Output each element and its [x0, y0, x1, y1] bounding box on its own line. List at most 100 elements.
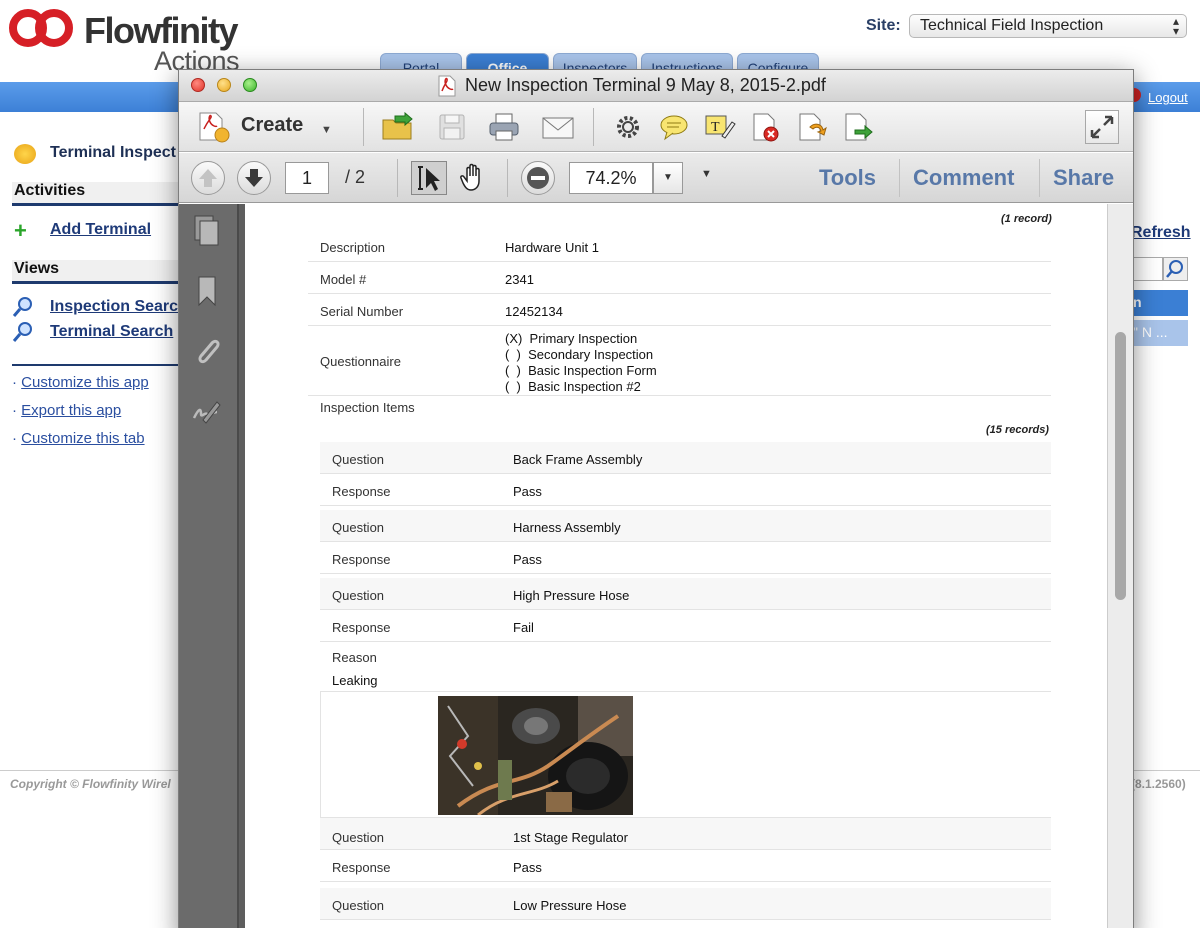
section-label: Inspection Items — [320, 400, 415, 415]
search-icon — [12, 297, 32, 317]
field-label: Serial Number — [320, 304, 404, 319]
list-search-button[interactable] — [1163, 257, 1188, 281]
item-value: Pass — [513, 860, 542, 875]
page-number-input[interactable]: 1 — [285, 162, 329, 194]
item-label: Response — [332, 552, 391, 567]
bookmark-icon[interactable] — [191, 274, 223, 308]
inspection-search-link[interactable]: Inspection Searc — [50, 298, 178, 316]
item-value: Low Pressure Hose — [513, 898, 627, 913]
item-label: Response — [332, 484, 391, 499]
vertical-scrollbar[interactable] — [1107, 204, 1133, 928]
save-icon[interactable] — [435, 112, 469, 142]
terminal-search-link[interactable]: Terminal Search — [50, 323, 173, 341]
gear-icon[interactable] — [611, 112, 645, 142]
copyright-text: Copyright © Flowfinity Wirel — [10, 777, 171, 791]
pdf-file-icon — [438, 75, 456, 97]
reason-label: Reason — [332, 650, 377, 665]
attachment-icon[interactable] — [191, 334, 223, 368]
full-screen-button[interactable] — [1085, 110, 1119, 144]
views-heading: Views — [12, 260, 180, 284]
extract-page-icon[interactable] — [841, 112, 875, 142]
toolbar-separator — [593, 108, 594, 146]
field-value: 12452134 — [505, 304, 563, 319]
select-tool-button[interactable] — [411, 161, 447, 195]
page-total: / 2 — [345, 167, 366, 187]
item-value: Pass — [513, 484, 542, 499]
tools-panel-button[interactable]: Tools — [819, 165, 876, 191]
item-row: Response Pass — [320, 474, 1051, 506]
site-select[interactable]: Technical Field Inspection ▴ ▾ — [909, 14, 1187, 38]
window-titlebar[interactable]: New Inspection Terminal 9 May 8, 2015-2.… — [179, 70, 1133, 102]
add-terminal-link[interactable]: Add Terminal — [50, 221, 151, 239]
search-icon — [12, 322, 32, 342]
previous-page-button[interactable] — [191, 161, 225, 195]
close-window-button[interactable] — [191, 78, 205, 92]
item-row: Question Low Pressure Hose — [320, 888, 1051, 920]
item-row: Question Harness Assembly — [320, 510, 1051, 542]
scrollbar-thumb[interactable] — [1115, 332, 1126, 600]
questionnaire-option: (X) Primary Inspection — [505, 331, 638, 346]
reason-value: Leaking — [332, 673, 378, 688]
open-folder-icon[interactable] — [381, 112, 415, 142]
highlight-text-icon[interactable]: T — [703, 112, 737, 142]
page-thumbnails-icon[interactable] — [191, 214, 223, 248]
questionnaire-option: ( ) Secondary Inspection — [505, 347, 654, 362]
item-value: Harness Assembly — [513, 520, 621, 535]
item-row: Question High Pressure Hose — [320, 578, 1051, 610]
minimize-window-button[interactable] — [217, 78, 231, 92]
panel-separator — [899, 159, 900, 197]
item-row: Question 1st Stage Regulator — [320, 818, 1051, 850]
customize-tab-link[interactable]: · Customize this tab — [12, 430, 145, 447]
arrow-down-icon — [245, 169, 263, 187]
customize-app-link[interactable]: · Customize this app — [12, 374, 149, 391]
email-icon[interactable] — [541, 112, 575, 142]
zoom-window-button[interactable] — [243, 78, 257, 92]
toolbar-separator — [363, 108, 364, 146]
zoom-out-button[interactable] — [521, 161, 555, 195]
toolbar-separator — [507, 159, 508, 197]
comment-panel-button[interactable]: Comment — [913, 165, 1014, 191]
link-label: Customize this app — [21, 374, 149, 391]
export-app-link[interactable]: · Export this app — [12, 402, 121, 419]
zoom-dropdown-button[interactable]: ▼ — [653, 162, 683, 194]
item-label: Question — [332, 898, 385, 913]
delete-page-icon[interactable] — [749, 112, 783, 142]
signature-icon[interactable] — [191, 394, 223, 428]
print-icon[interactable] — [487, 112, 521, 142]
zoom-level-input[interactable]: 74.2% — [569, 162, 653, 194]
share-panel-button[interactable]: Share — [1053, 165, 1114, 191]
navigation-pane — [179, 204, 239, 928]
list-row[interactable]: " N ... — [1131, 320, 1188, 346]
replace-page-icon[interactable] — [795, 112, 829, 142]
next-page-button[interactable] — [237, 161, 271, 195]
expand-icon — [1090, 115, 1114, 139]
add-icon: + — [14, 218, 27, 243]
field-value: Hardware Unit 1 — [505, 240, 599, 255]
item-row: Response Pass — [320, 850, 1051, 882]
main-toolbar: Create ▼ T — [179, 102, 1133, 152]
document-area: (1 record) Description Hardware Unit 1 M… — [239, 204, 1133, 928]
item-row: Response Pass — [320, 542, 1051, 574]
list-search-input[interactable] — [1131, 257, 1163, 281]
item-label: Question — [332, 520, 385, 535]
inspection-photo — [438, 696, 633, 815]
engine-photo — [438, 696, 633, 815]
logout-link[interactable]: Logout — [1148, 90, 1188, 105]
create-pdf-icon — [199, 112, 230, 143]
field-value: 2341 — [505, 272, 534, 287]
create-button[interactable]: Create ▼ — [197, 110, 332, 144]
item-row: Question Back Frame Assembly — [320, 442, 1051, 474]
toolbar-separator — [397, 159, 398, 197]
refresh-link[interactable]: Refresh — [1131, 224, 1191, 242]
item-value: Pass — [513, 552, 542, 567]
comment-icon[interactable] — [657, 112, 691, 142]
site-label: Site: — [866, 17, 901, 34]
hand-tool-button[interactable] — [457, 161, 493, 195]
field-row: Description Hardware Unit 1 — [308, 230, 1051, 262]
questionnaire-option: ( ) Basic Inspection #2 — [505, 379, 641, 394]
photo-row — [320, 692, 1051, 818]
more-tools-icon[interactable]: ▼ — [701, 168, 712, 180]
navigation-toolbar: 1 / 2 74.2% ▼ ▼ Tools Comment Share — [179, 153, 1133, 203]
item-label: Response — [332, 860, 391, 875]
pdf-page: (1 record) Description Hardware Unit 1 M… — [245, 204, 1107, 928]
